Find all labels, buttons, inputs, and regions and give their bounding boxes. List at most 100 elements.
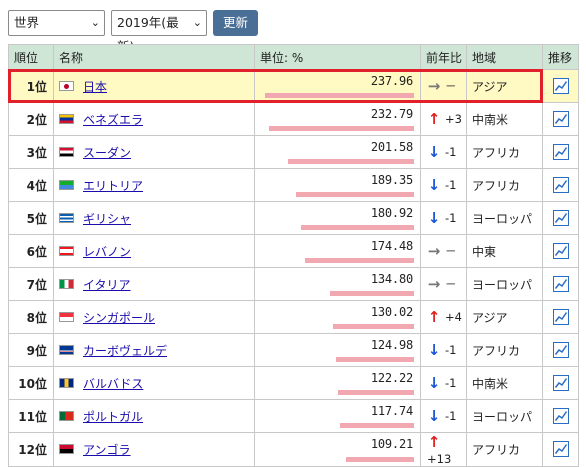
rank-cell: 11位 [8,399,54,433]
header-name[interactable]: 名称 [53,44,255,70]
flag-cabo-verde-icon [59,345,74,355]
line-chart-icon[interactable] [552,111,569,127]
trend-value: － [445,79,457,93]
trend-cell: ↑ +3 [420,102,467,136]
chart-cell [542,168,579,202]
value-bar [340,423,414,428]
update-button[interactable]: 更新 [213,10,259,36]
chart-cell [542,234,579,268]
trend-value: +13 [427,451,452,466]
arrow-down-icon: ↓ [427,209,441,227]
flag-angola-icon [59,444,74,455]
line-chart-icon[interactable] [552,375,569,391]
chevron-down-icon: ⌄ [192,16,202,29]
ranking-table: 順位 名称 単位: % 前年比 地域 推移 1位 日本 237.96 → －アジア 2位ベ… [8,44,579,467]
line-chart-icon[interactable] [552,276,569,292]
table-row: 2位 ベネズエラ 232.79 ↑ +3 中南米 [8,102,579,136]
trend-cell: → － [420,69,467,103]
value-bar [265,93,414,98]
trend-cell: → － [420,267,467,301]
year-select[interactable]: 2019年(最新) ⌄ [111,10,207,54]
rank-cell: 8位 [8,300,54,334]
line-chart-icon[interactable] [552,309,569,325]
trend-value: -1 [445,343,457,357]
header-rank[interactable]: 順位 [8,44,54,70]
rank-cell: 9位 [8,333,54,367]
value-bar [333,324,414,329]
trend-cell: ↓ -1 [420,399,467,433]
header-unit[interactable]: 単位: % [254,44,421,70]
chart-cell [542,366,579,400]
value-cell: 124.98 [254,333,421,367]
value-text: 122.22 [370,371,413,385]
arrow-right-icon: → [427,275,441,293]
country-link[interactable]: レバノン [83,245,131,259]
country-link[interactable]: 日本 [83,80,107,94]
line-chart-icon[interactable] [552,441,569,458]
value-cell: 117.74 [254,399,421,433]
country-link[interactable]: カーボヴェルデ [83,344,167,358]
name-cell: ポルトガル [53,399,255,433]
country-link[interactable]: ポルトガル [83,410,143,424]
country-link[interactable]: スーダン [83,146,131,160]
value-cell: 189.35 [254,168,421,202]
country-link[interactable]: ギリシャ [83,212,131,226]
chevron-down-icon: ⌄ [90,16,100,29]
value-cell: 122.22 [254,366,421,400]
rank-cell: 2位 [8,102,54,136]
name-cell: バルバドス [53,366,255,400]
table-row: 4位 エリトリア 189.35 ↓ -1 アフリカ [8,168,579,202]
arrow-down-icon: ↓ [427,407,441,425]
value-text: 130.02 [370,305,413,319]
country-link[interactable]: アンゴラ [83,443,131,457]
chart-cell [542,69,579,103]
trend-value: -1 [445,376,457,390]
line-chart-icon[interactable] [552,342,569,358]
line-chart-icon[interactable] [552,144,569,160]
value-cell: 232.79 [254,102,421,136]
trend-cell: ↑ +4 [420,300,467,334]
line-chart-icon[interactable] [552,177,569,193]
line-chart-icon[interactable] [552,78,569,94]
arrow-down-icon: ↓ [427,341,441,359]
trend-value: － [445,244,457,258]
line-chart-icon[interactable] [552,243,569,259]
value-text: 134.80 [370,272,413,286]
arrow-down-icon: ↓ [427,143,441,161]
rank-cell: 6位 [8,234,54,268]
trend-value: +3 [445,112,462,126]
toolbar: 世界 ⌄ 2019年(最新) ⌄ 更新 [8,10,259,54]
header-trend[interactable]: 前年比 [420,44,467,70]
table-row: 9位 カーボヴェルデ 124.98 ↓ -1 アフリカ [8,333,579,367]
value-cell: 174.48 [254,234,421,268]
line-chart-icon[interactable] [552,408,569,424]
flag-lebanon-icon [59,246,74,256]
arrow-down-icon: ↓ [427,374,441,392]
flag-singapore-icon [59,312,74,322]
name-cell: シンガポール [53,300,255,334]
header-region[interactable]: 地域 [466,44,543,70]
trend-cell: ↓ -1 [420,201,467,235]
flag-venezuela-icon [59,114,74,124]
arrow-right-icon: → [427,242,441,260]
line-chart-icon[interactable] [552,210,569,226]
value-text: 117.74 [370,404,413,418]
value-cell: 130.02 [254,300,421,334]
country-link[interactable]: エリトリア [83,179,143,193]
country-link[interactable]: ベネズエラ [83,113,143,127]
region-cell: アフリカ [466,135,543,169]
rank-cell: 4位 [8,168,54,202]
arrow-right-icon: → [427,77,441,95]
flag-greece-icon [59,213,74,223]
country-link[interactable]: イタリア [83,278,131,292]
rank-cell: 1位 [8,69,54,103]
trend-value: +4 [445,310,462,324]
country-link[interactable]: シンガポール [83,311,155,325]
trend-cell: ↓ -1 [420,135,467,169]
region-select[interactable]: 世界 ⌄ [8,10,105,36]
value-text: 232.79 [370,107,413,121]
name-cell: ベネズエラ [53,102,255,136]
table-row: 3位 スーダン 201.58 ↓ -1 アフリカ [8,135,579,169]
country-link[interactable]: バルバドス [83,377,143,391]
chart-cell [542,135,579,169]
